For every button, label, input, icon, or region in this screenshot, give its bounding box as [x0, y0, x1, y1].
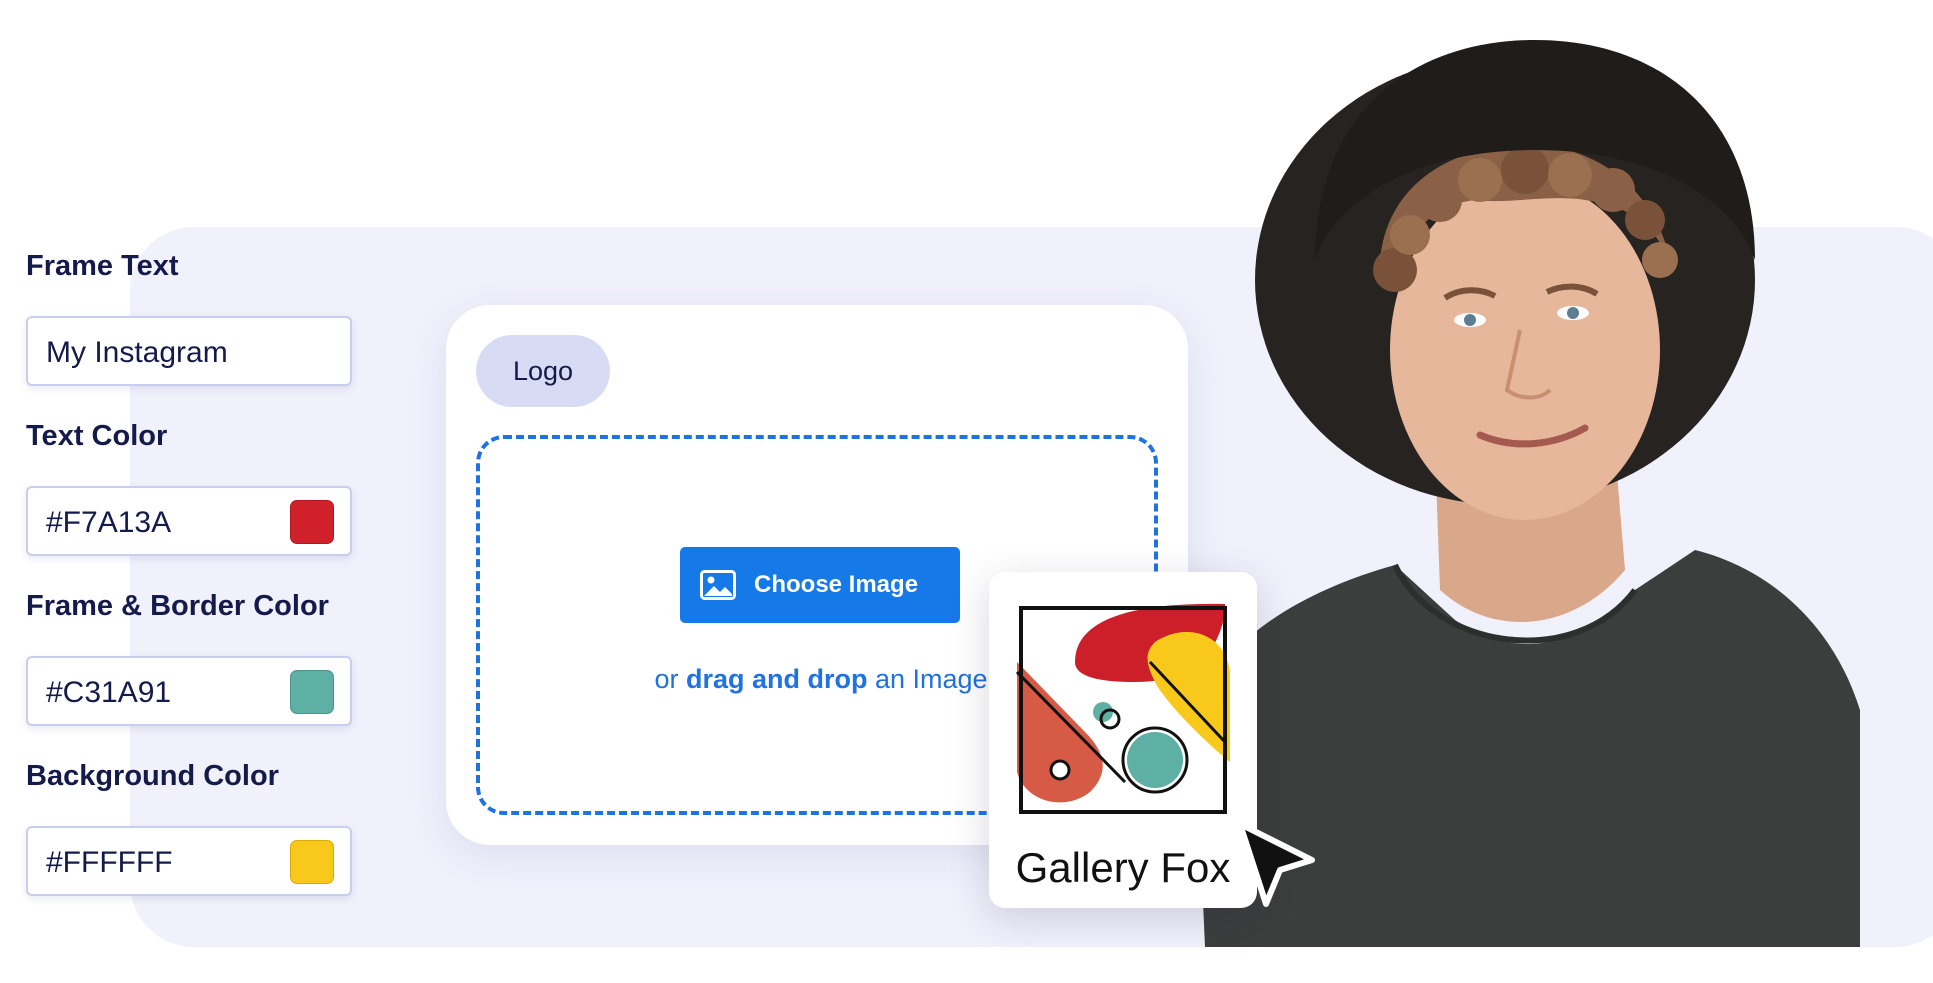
text-color-swatch[interactable] [290, 500, 334, 544]
background-color-value: #FFFFFF [46, 846, 173, 879]
choose-image-button[interactable]: Choose Image [680, 547, 960, 623]
drop-bold: drag and drop [685, 664, 868, 694]
frame-text-input[interactable]: My Instagram [26, 316, 352, 386]
frame-border-color-value: #C31A91 [46, 676, 172, 709]
frame-border-color-input[interactable]: #C31A91 [26, 656, 352, 726]
background-color-label: Background Color [26, 760, 279, 792]
preview-card: Gallery Fox [989, 572, 1257, 908]
drop-suffix: an Image [874, 664, 988, 694]
text-color-input[interactable]: #F7A13A [26, 486, 352, 556]
text-color-value: #F7A13A [46, 506, 172, 539]
background-color-input[interactable]: #FFFFFF [26, 826, 352, 896]
background-color-swatch[interactable] [290, 840, 334, 884]
preview-caption: Gallery Fox [1015, 844, 1231, 891]
drop-prefix: or [654, 664, 679, 694]
preview-logo [1015, 602, 1231, 818]
frame-border-color-label: Frame & Border Color [26, 590, 329, 622]
app-stage: Frame Text My Instagram Text Color #F7A1… [0, 0, 1933, 983]
cursor-arrow-icon [1232, 820, 1322, 910]
text-color-label: Text Color [26, 420, 168, 452]
logo-tab[interactable]: Logo [476, 335, 610, 407]
choose-image-label: Choose Image [754, 571, 919, 598]
frame-border-color-swatch[interactable] [290, 670, 334, 714]
image-icon [700, 570, 736, 600]
frame-text-label: Frame Text [26, 250, 179, 282]
frame-text-value: My Instagram [46, 336, 228, 369]
